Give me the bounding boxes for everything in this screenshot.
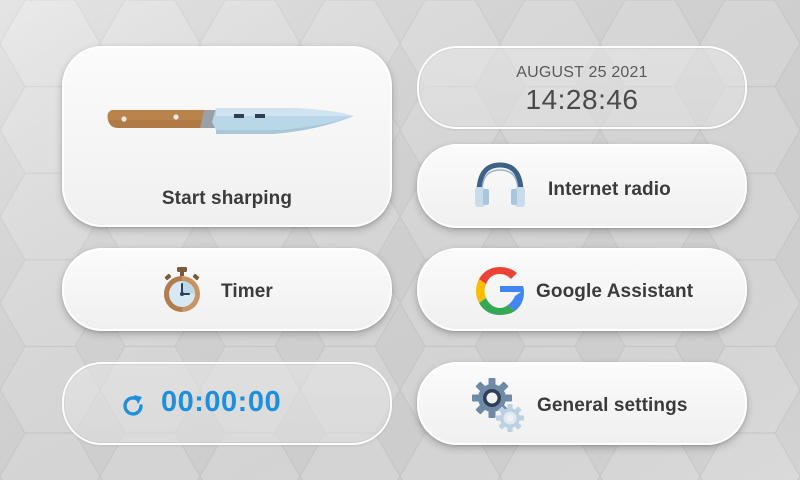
timer-button[interactable]: Timer <box>62 248 392 331</box>
refresh-icon[interactable] <box>120 393 146 419</box>
gears-icon <box>472 378 524 432</box>
headphones-icon <box>475 162 525 207</box>
general-settings-label: General settings <box>537 395 688 416</box>
countdown-value: 00:00:00 <box>161 386 282 418</box>
internet-radio-label: Internet radio <box>548 179 671 200</box>
clock-display: AUGUST 25 2021 14:28:46 <box>417 46 747 129</box>
google-icon <box>476 267 524 315</box>
time-label: 14:28:46 <box>525 84 639 115</box>
start-sharping-label: Start sharping <box>161 188 293 209</box>
start-sharping-button[interactable]: Start sharping <box>62 46 392 227</box>
date-label: AUGUST 25 2021 <box>516 64 648 81</box>
internet-radio-button[interactable]: Internet radio <box>417 144 747 228</box>
general-settings-button[interactable]: General settings <box>417 362 747 445</box>
knife-icon <box>107 108 354 134</box>
google-assistant-label: Google Assistant <box>536 281 694 302</box>
google-assistant-button[interactable]: Google Assistant <box>417 248 747 331</box>
timer-label: Timer <box>221 281 273 302</box>
stopwatch-icon <box>164 267 200 312</box>
countdown-display: 00:00:00 <box>62 362 392 445</box>
